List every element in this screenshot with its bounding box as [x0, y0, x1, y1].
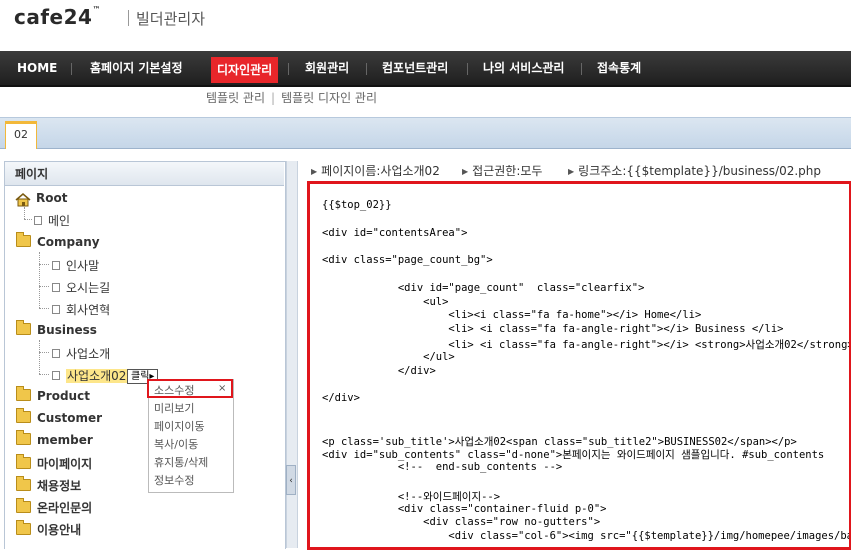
code-line: <div class="row no-gutters"> [322, 516, 601, 529]
sub-nav: 템플릿 관리 | 템플릿 디자인 관리 [206, 89, 377, 106]
tree-line [39, 308, 49, 309]
logo-divider [128, 10, 129, 26]
code-line: <p class='sub_title'>사업소개02<span class="… [322, 435, 797, 448]
nav-component-management[interactable]: 컴포넌트관리 [382, 51, 448, 85]
source-code-editor[interactable]: {{$top_02}} <div id="contentsArea"> <div c… [307, 181, 851, 550]
nav-divider [467, 63, 468, 75]
code-line: <li><i class="fa fa-home"></i> Home</li> [322, 309, 702, 322]
app-subtitle: 빌더관리자 [136, 10, 206, 28]
tree-node-greeting[interactable]: 인사말 [52, 257, 99, 274]
code-line: </div> [322, 364, 436, 377]
menu-item-copy-move[interactable]: 복사/이동 [154, 436, 198, 452]
code-line: <div id="page_count" class="clearfix"> [322, 281, 645, 294]
tree-node-recruit[interactable]: 채용정보 [16, 476, 81, 494]
menu-item-move-page[interactable]: 페이지이동 [154, 418, 205, 434]
tree-node-product[interactable]: Product [16, 386, 90, 403]
page-icon [52, 261, 60, 270]
tree-line [39, 252, 40, 308]
tree-node-directions[interactable]: 오시는길 [52, 279, 110, 296]
folder-icon [16, 476, 31, 491]
folder-icon [16, 430, 31, 445]
collapse-icon[interactable]: ‹ [286, 465, 296, 495]
tree-line [39, 264, 49, 265]
tree-node-usage-guide[interactable]: 이용안내 [16, 520, 81, 538]
nav-divider [71, 63, 72, 75]
code-line: <div id="contentsArea"> [322, 226, 468, 239]
info-link: ▶ 링크주소:{{$template}}/business/02.php [568, 164, 822, 178]
nav-member-management[interactable]: 회원관리 [305, 51, 349, 85]
folder-icon [16, 454, 31, 469]
code-line: <!--와이드페이지--> [322, 490, 501, 503]
page-tree-title: 페이지 [5, 162, 284, 186]
info-access: ▶ 접근권한:모두 [462, 164, 543, 178]
menu-item-trash-delete[interactable]: 휴지통/삭제 [154, 454, 208, 470]
code-line: </div> [322, 392, 360, 405]
folder-icon [16, 408, 31, 423]
page-icon [52, 371, 60, 380]
close-icon[interactable]: × [218, 383, 226, 394]
code-line: <li> <i class="fa fa-angle-right"></i> B… [322, 323, 784, 336]
nav-design-management[interactable]: 디자인관리 [211, 57, 279, 83]
menu-item-edit-info[interactable]: 정보수정 [154, 472, 194, 488]
folder-icon [16, 498, 31, 513]
nav-divider [366, 63, 367, 75]
tree-node-online-inquiry[interactable]: 온라인문의 [16, 498, 92, 516]
code-line: <!-- end-sub_contents --> [322, 461, 563, 474]
tree-node-member[interactable]: member [16, 430, 93, 447]
subnav-template-design[interactable]: 템플릿 디자인 관리 [281, 91, 377, 105]
tree-node-history[interactable]: 회사연혁 [52, 301, 110, 318]
page-icon [52, 349, 60, 358]
folder-icon [16, 232, 31, 247]
subnav-template-management[interactable]: 템플릿 관리 [206, 91, 265, 105]
code-line: <div class="container-fluid p-0"> [322, 502, 607, 515]
page-icon [52, 305, 60, 314]
folder-icon [16, 520, 31, 535]
home-icon [15, 193, 31, 207]
tree-node-root[interactable]: Root [36, 191, 67, 205]
tree-node-business[interactable]: Business [16, 320, 97, 337]
page-icon [52, 283, 60, 292]
nav-homepage-settings[interactable]: 홈페이지 기본설정 [90, 51, 183, 85]
cafe24-logo[interactable]: cafe24™ [14, 5, 101, 29]
page-icon [34, 216, 42, 225]
nav-divider [288, 63, 289, 75]
tree-node-main[interactable]: 메인 [34, 212, 70, 229]
tree-node-company[interactable]: Company [16, 232, 100, 249]
code-line: {{$top_02}} [322, 199, 392, 211]
code-line: <div id="sub_contents" class="d-none">본페… [322, 449, 825, 462]
tree-node-business-intro-02[interactable]: 사업소개02 [52, 367, 128, 384]
nav-divider [581, 63, 582, 75]
tree-line [39, 374, 49, 375]
nav-my-service[interactable]: 나의 서비스관리 [483, 51, 564, 85]
tree-line [24, 207, 25, 219]
subnav-separator: | [271, 91, 276, 105]
tree-line [39, 340, 40, 374]
tree-line [39, 352, 49, 353]
tree-line [24, 219, 32, 220]
code-line: </ul> [322, 350, 455, 363]
nav-access-stats[interactable]: 접속통계 [597, 51, 641, 85]
folder-icon [16, 386, 31, 401]
tab-02[interactable]: 02 [5, 121, 37, 149]
main-nav: HOME 홈페이지 기본설정 디자인관리 회원관리 컴포넌트관리 나의 서비스관… [0, 51, 851, 87]
nav-home[interactable]: HOME [17, 51, 57, 85]
folder-icon [16, 320, 31, 335]
tab-bar [0, 117, 851, 149]
tree-line [39, 286, 49, 287]
code-line: <ul> [322, 295, 449, 308]
info-page-name: ▶ 페이지이름:사업소개02 [311, 164, 440, 178]
tree-node-mypage[interactable]: 마이페이지 [16, 454, 92, 472]
code-line: <div class="col-6"><img src="{{$template… [322, 530, 851, 543]
tree-node-customer[interactable]: Customer [16, 408, 102, 425]
tree-node-business-intro[interactable]: 사업소개 [52, 345, 110, 362]
code-line: <div class="page_count_bg"> [322, 254, 493, 267]
menu-item-preview[interactable]: 미리보기 [154, 400, 194, 416]
code-line: <li> <i class="fa fa-angle-right"></i> <… [322, 339, 851, 351]
